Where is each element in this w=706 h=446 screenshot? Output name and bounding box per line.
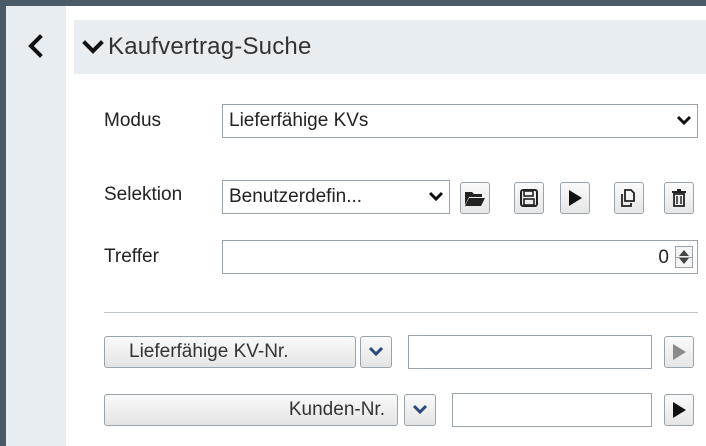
play-icon (673, 344, 686, 360)
chevron-down-icon (412, 404, 428, 415)
left-rail (6, 6, 66, 446)
open-selection-button[interactable] (460, 182, 490, 214)
trash-icon (672, 189, 686, 207)
divider (104, 312, 698, 313)
save-icon (520, 189, 538, 207)
chevron-down-icon (82, 40, 104, 54)
panel-header[interactable]: Kaufvertrag-Suche (74, 20, 706, 74)
treffer-label: Treffer (104, 246, 159, 267)
chevron-down-icon (368, 346, 384, 357)
filter-operator-kunden-nr[interactable] (404, 394, 436, 426)
selektion-value: Benutzerdefin... (229, 186, 363, 207)
app-frame: Kaufvertrag-Suche Modus Lieferfähige KVs… (0, 0, 706, 446)
filter-label-kunden-nr: Kunden-Nr. (288, 399, 385, 420)
treffer-field[interactable]: 0 (222, 240, 698, 274)
search-panel: Kaufvertrag-Suche Modus Lieferfähige KVs… (74, 20, 706, 446)
filter-field-kv-nr-button[interactable]: Lieferfähige KV-Nr. (104, 336, 356, 368)
chevron-down-icon (423, 191, 449, 203)
modus-value: Lieferfähige KVs (229, 110, 369, 131)
filter-apply-kunden-nr-button[interactable] (664, 394, 694, 426)
filter-field-kunden-nr-button[interactable]: Kunden-Nr. (104, 394, 398, 426)
spin-down-icon (679, 258, 689, 264)
play-icon (569, 190, 582, 206)
chevron-down-icon (671, 115, 697, 127)
panel-title: Kaufvertrag-Suche (108, 33, 312, 60)
filter-label-kv-nr: Lieferfähige KV-Nr. (129, 341, 289, 362)
modus-label: Modus (104, 110, 162, 131)
copy-selection-button[interactable] (614, 182, 644, 214)
treffer-spinner[interactable] (675, 246, 693, 268)
modus-select[interactable]: Lieferfähige KVs (222, 104, 698, 138)
folder-open-icon (465, 192, 485, 206)
run-selection-button[interactable] (560, 182, 590, 214)
copy-icon (621, 189, 635, 207)
chevron-left-icon (28, 34, 43, 58)
filter-input-kunden-nr[interactable] (452, 393, 652, 427)
treffer-value: 0 (658, 247, 669, 268)
filter-operator-kv-nr[interactable] (360, 336, 392, 368)
filter-input-kv-nr[interactable] (408, 335, 652, 369)
spin-up-icon (679, 250, 689, 256)
selektion-label: Selektion (104, 184, 183, 205)
play-icon (673, 402, 686, 418)
save-selection-button[interactable] (514, 182, 544, 214)
collapse-panel-button[interactable] (26, 34, 46, 58)
selektion-select[interactable]: Benutzerdefin... (222, 180, 450, 214)
delete-selection-button[interactable] (664, 182, 694, 214)
filter-apply-kv-nr-button[interactable] (664, 336, 694, 368)
